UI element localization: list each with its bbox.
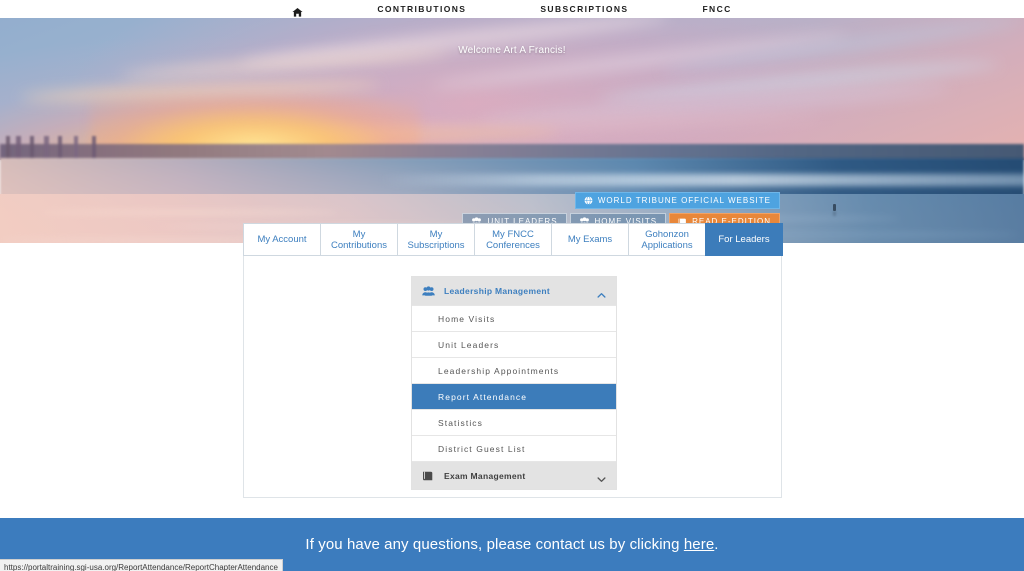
menu-item-leadership-appointments[interactable]: Leadership Appointments [412,357,616,383]
person-reflection [833,211,836,216]
hero-banner: Welcome Art A Francis! WORLD TRIBUNE OFF… [0,18,1024,243]
footer-contact-link[interactable]: here [684,536,714,553]
menu-item-statistics[interactable]: Statistics [412,409,616,435]
for-leaders-content-panel: Leadership Management Home Visits Unit L… [243,255,782,498]
book-icon [422,471,436,481]
home-icon[interactable] [292,5,303,17]
tab-my-account[interactable]: My Account [243,223,321,256]
menu-item-unit-leaders[interactable]: Unit Leaders [412,331,616,357]
tab-my-contributions[interactable]: My Contributions [320,223,398,256]
tab-my-subscriptions[interactable]: My Subscriptions [397,223,475,256]
globe-icon [584,196,593,205]
footer-message: If you have any questions, please contac… [305,536,718,553]
world-tribune-button-label: WORLD TRIBUNE OFFICIAL WEBSITE [597,196,771,205]
accordion-header-exam-label: Exam Management [444,470,526,481]
leaders-accordion-menu: Leadership Management Home Visits Unit L… [411,276,617,490]
footer-text-before: If you have any questions, please contac… [305,536,684,553]
accordion-header-exam-management[interactable]: Exam Management [412,461,616,489]
topnav-item-subscriptions[interactable]: SUBSCRIPTIONS [540,4,628,14]
hero-button-row-top: WORLD TRIBUNE OFFICIAL WEBSITE [574,192,780,209]
menu-item-report-attendance[interactable]: Report Attendance [412,383,616,409]
chevron-down-icon[interactable] [597,471,606,482]
menu-item-home-visits[interactable]: Home Visits [412,305,616,331]
accordion-header-leadership-management[interactable]: Leadership Management [412,277,616,305]
welcome-message: Welcome Art A Francis! [458,45,566,56]
surf-foam [380,174,1024,186]
tab-for-leaders[interactable]: For Leaders [705,223,783,256]
person-silhouette [833,204,836,211]
sand-reflection [40,210,340,215]
menu-item-district-guest-list[interactable]: District Guest List [412,435,616,461]
footer-text-after: . [714,536,719,553]
world-tribune-button[interactable]: WORLD TRIBUNE OFFICIAL WEBSITE [574,192,780,209]
accordion-header-leadership-label: Leadership Management [444,286,550,296]
chevron-up-icon[interactable] [597,287,606,298]
account-tab-bar: My Account My Contributions My Subscript… [243,223,783,256]
status-bar-url: https://portaltraining.sgi-usa.org/Repor… [4,563,278,571]
tab-my-fncc-conferences[interactable]: My FNCC Conferences [474,223,552,256]
tab-gohonzon-applications[interactable]: Gohonzon Applications [628,223,706,256]
city-skyline-silhouette [0,136,130,160]
topnav-item-contributions[interactable]: CONTRIBUTIONS [377,4,466,14]
people-icon [422,286,436,296]
topnav-item-fncc[interactable]: FNCC [702,4,731,14]
browser-status-bar: https://portaltraining.sgi-usa.org/Repor… [0,559,283,571]
tab-my-exams[interactable]: My Exams [551,223,629,256]
top-navigation-bar: CONTRIBUTIONS SUBSCRIPTIONS FNCC [0,0,1024,18]
